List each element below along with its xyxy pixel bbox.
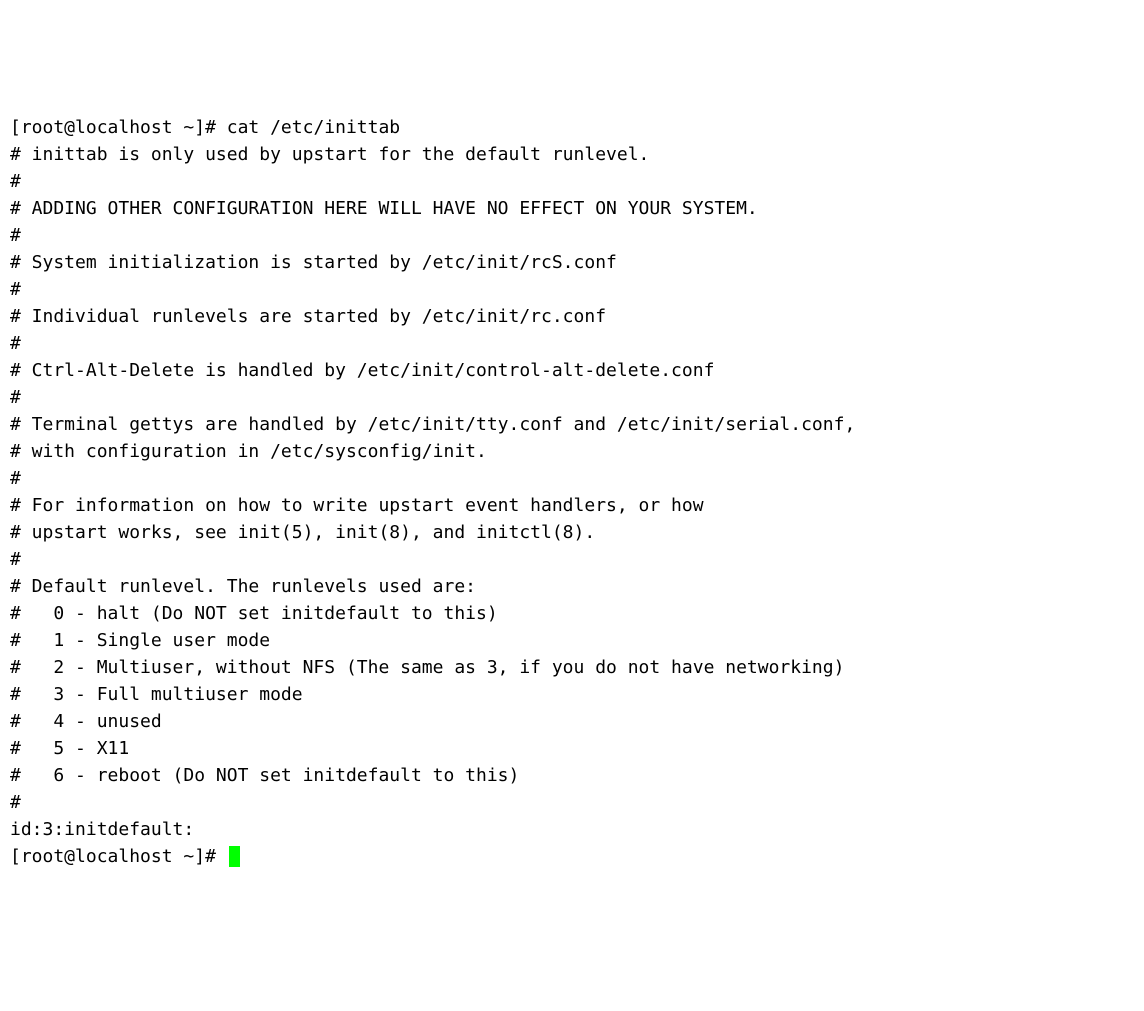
output-line: # Ctrl-Alt-Delete is handled by /etc/ini…: [10, 360, 714, 381]
output-line: # Individual runlevels are started by /e…: [10, 306, 606, 327]
output-line: # 3 - Full multiuser mode: [10, 684, 303, 705]
output-line: id:3:initdefault:: [10, 819, 194, 840]
output-line: # For information on how to write upstar…: [10, 495, 704, 516]
output-line: # 5 - X11: [10, 738, 129, 759]
output-line: # ADDING OTHER CONFIGURATION HERE WILL H…: [10, 198, 758, 219]
output-line: # with configuration in /etc/sysconfig/i…: [10, 441, 487, 462]
output-line: # Terminal gettys are handled by /etc/in…: [10, 414, 855, 435]
output-line: # 6 - reboot (Do NOT set initdefault to …: [10, 765, 519, 786]
output-line: #: [10, 792, 21, 813]
output-line: # 1 - Single user mode: [10, 630, 270, 651]
command-input: cat /etc/inittab: [227, 117, 400, 138]
output-line: #: [10, 225, 21, 246]
output-line: # inittab is only used by upstart for th…: [10, 144, 649, 165]
cursor-icon: [229, 846, 240, 867]
output-line: # Default runlevel. The runlevels used a…: [10, 576, 476, 597]
output-line: #: [10, 171, 21, 192]
output-line: # System initialization is started by /e…: [10, 252, 617, 273]
output-line: # 4 - unused: [10, 711, 162, 732]
shell-prompt: [root@localhost ~]#: [10, 117, 227, 138]
output-line: #: [10, 387, 21, 408]
shell-prompt: [root@localhost ~]#: [10, 846, 227, 867]
output-line: #: [10, 333, 21, 354]
output-line: # 2 - Multiuser, without NFS (The same a…: [10, 657, 844, 678]
output-line: # upstart works, see init(5), init(8), a…: [10, 522, 595, 543]
output-line: #: [10, 468, 21, 489]
output-line: # 0 - halt (Do NOT set initdefault to th…: [10, 603, 498, 624]
output-line: #: [10, 279, 21, 300]
terminal[interactable]: [root@localhost ~]# cat /etc/inittab # i…: [10, 114, 1134, 870]
output-line: #: [10, 549, 21, 570]
